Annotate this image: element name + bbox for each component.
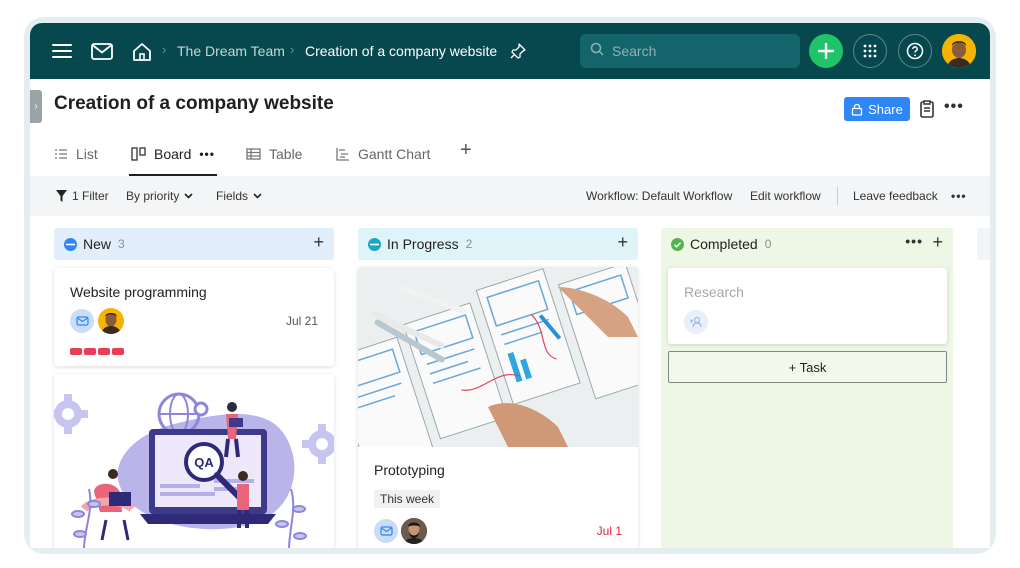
column-title: New: [83, 236, 112, 252]
column-header[interactable]: In Progress 2 +: [358, 228, 638, 260]
due-tag: This week: [374, 490, 441, 508]
priority-indicator: [70, 348, 124, 355]
hamburger-menu-icon[interactable]: [48, 37, 76, 65]
column-count: 0: [764, 237, 772, 251]
search-icon: [590, 42, 604, 61]
chevron-down-icon: [184, 193, 193, 199]
sidebar-expand-handle[interactable]: ›: [30, 90, 42, 123]
top-navigation-bar: › The Dream Team › Creation of a company…: [30, 23, 990, 79]
wireframe-sketch-photo: [358, 267, 638, 474]
tab-label: Gantt Chart: [358, 146, 431, 162]
group-by-dropdown[interactable]: By priority: [126, 189, 193, 203]
breadcrumb-project[interactable]: Creation of a company website: [305, 43, 497, 59]
filter-button[interactable]: 1 Filter: [56, 189, 109, 203]
mail-icon[interactable]: [88, 37, 116, 65]
filter-icon: [56, 190, 67, 202]
card-title: Prototyping: [374, 462, 445, 478]
fields-dropdown[interactable]: Fields: [216, 189, 262, 203]
card-title: Research: [684, 284, 744, 300]
create-new-button[interactable]: [809, 34, 843, 68]
group-by-label: By priority: [126, 189, 180, 203]
search-input[interactable]: [612, 43, 782, 59]
qa-illustration: QA: [54, 374, 334, 548]
notes-icon[interactable]: [918, 99, 938, 119]
breadcrumb-team[interactable]: The Dream Team: [177, 43, 285, 59]
plus-icon: [818, 43, 834, 59]
home-icon[interactable]: [128, 37, 156, 65]
search-box[interactable]: [580, 34, 800, 68]
tab-label: Board: [154, 146, 192, 162]
column-count: 2: [465, 237, 473, 251]
more-options-icon[interactable]: •••: [944, 98, 964, 116]
divider: [837, 187, 838, 205]
user-avatar[interactable]: [942, 34, 976, 68]
task-card[interactable]: Research: [668, 268, 947, 344]
status-new-icon: [64, 237, 77, 251]
board-column-new: New 3 + Website programming Jul 21 QA: [54, 228, 334, 548]
status-completed-icon: [671, 237, 684, 251]
fields-label: Fields: [216, 189, 249, 203]
pin-icon[interactable]: [504, 37, 532, 65]
assignee-group-icon[interactable]: [70, 309, 94, 333]
add-task-icon[interactable]: +: [313, 232, 324, 253]
chevron-down-icon: [253, 193, 262, 199]
column-title: Completed: [690, 236, 758, 252]
workflow-selector[interactable]: Workflow: Default Workflow: [586, 189, 732, 203]
assignee-group-icon[interactable]: [374, 519, 398, 543]
task-card[interactable]: Website programming Jul 21: [54, 268, 334, 366]
kanban-board: New 3 + Website programming Jul 21 QA In…: [30, 216, 990, 548]
task-card-cover-image[interactable]: QA: [54, 374, 334, 548]
due-date: Jul 1: [596, 524, 622, 538]
add-task-icon[interactable]: +: [932, 232, 943, 253]
board-icon: [131, 147, 146, 161]
column-more-icon[interactable]: •••: [905, 233, 923, 249]
tab-label: Table: [269, 146, 303, 162]
add-assignee-icon[interactable]: [684, 310, 708, 334]
add-view-icon[interactable]: +: [460, 139, 472, 162]
tab-board[interactable]: Board •••: [131, 143, 215, 165]
more-options-icon[interactable]: •••: [951, 189, 967, 203]
share-button[interactable]: Share: [844, 97, 910, 121]
tab-gantt-chart[interactable]: Gantt Chart: [335, 143, 430, 165]
assignee-avatar[interactable]: [401, 518, 427, 544]
task-card[interactable]: Prototyping This week Jul 1: [358, 267, 638, 548]
list-icon: [55, 149, 67, 159]
help-button[interactable]: [898, 34, 932, 68]
board-column-completed: Completed 0 ••• + Research + Task: [661, 228, 953, 548]
question-icon: [906, 42, 924, 60]
page-title: Creation of a company website: [54, 93, 334, 114]
apps-grid-button[interactable]: [853, 34, 887, 68]
column-header[interactable]: New 3 +: [54, 228, 334, 260]
tab-label: List: [76, 146, 98, 162]
column-header[interactable]: Completed 0 ••• +: [661, 228, 953, 260]
column-count: 3: [118, 237, 125, 251]
status-in-progress-icon: [368, 237, 381, 251]
grid-dots-icon: [863, 44, 877, 58]
tab-more-icon[interactable]: •••: [199, 147, 215, 161]
add-task-icon[interactable]: +: [617, 232, 628, 253]
table-icon: [246, 148, 261, 160]
breadcrumb-separator-icon: ›: [290, 42, 295, 57]
gantt-icon: [336, 148, 349, 161]
tab-list[interactable]: List: [54, 143, 98, 165]
card-title: Website programming: [70, 284, 207, 300]
leave-feedback-link[interactable]: Leave feedback: [853, 189, 938, 203]
breadcrumb-separator-icon: ›: [162, 42, 167, 57]
lock-icon: [851, 103, 863, 116]
filter-label: 1 Filter: [72, 189, 109, 203]
board-column-next[interactable]: [977, 228, 990, 260]
column-title: In Progress: [387, 236, 459, 252]
due-date: Jul 21: [285, 314, 318, 328]
edit-workflow-link[interactable]: Edit workflow: [750, 189, 821, 203]
app-window: › The Dream Team › Creation of a company…: [30, 23, 990, 548]
add-task-button[interactable]: + Task: [668, 351, 947, 383]
svg-text:QA: QA: [194, 455, 214, 470]
assignee-avatar[interactable]: [98, 308, 124, 334]
share-label: Share: [868, 101, 903, 117]
board-column-in-progress: In Progress 2 + Prototyping This week Ju…: [358, 228, 638, 548]
filter-bar: 1 Filter By priority Fields Workflow: De…: [30, 176, 990, 216]
tab-table[interactable]: Table: [246, 143, 302, 165]
